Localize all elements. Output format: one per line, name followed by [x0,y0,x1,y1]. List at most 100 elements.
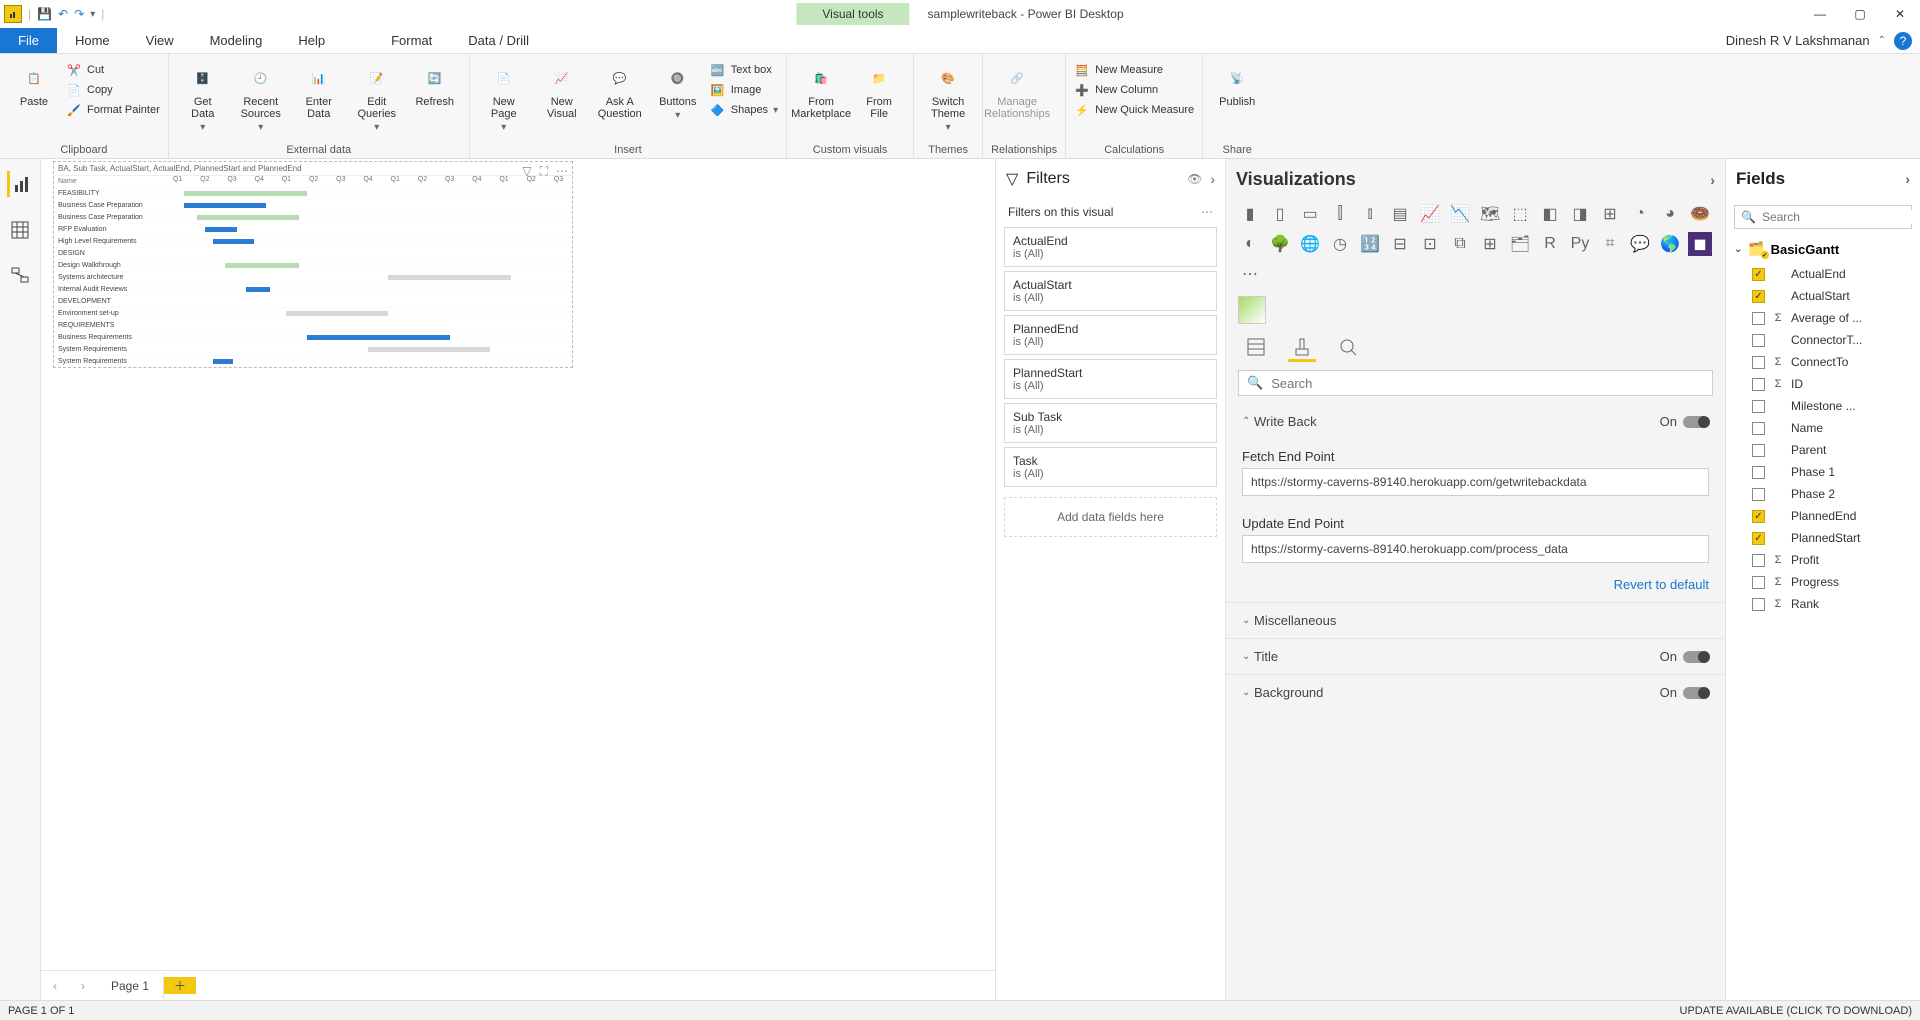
writeback-toggle[interactable] [1683,416,1709,428]
get-data-button[interactable]: 🗄️Get Data▾ [177,58,229,142]
new-column-button[interactable]: ➕New Column [1074,82,1194,98]
viz-type-icon[interactable]: ▯ [1268,202,1292,226]
gantt-visual[interactable]: BA, Sub Task, ActualStart, ActualEnd, Pl… [53,161,573,368]
page-prev-button[interactable]: ‹ [41,979,69,993]
gantt-bar[interactable] [197,215,299,220]
field-item[interactable]: ΣID [1726,373,1920,395]
fetch-endpoint-input[interactable] [1242,468,1709,496]
field-checkbox[interactable]: ✓ [1752,510,1765,523]
viz-type-icon[interactable]: ⫿ [1328,202,1352,226]
from-file-button[interactable]: 📁From File [853,58,905,142]
enter-data-button[interactable]: 📊Enter Data [293,58,345,142]
field-item[interactable]: ΣRank [1726,593,1920,615]
tab-help[interactable]: Help [280,28,343,53]
viz-type-icon[interactable]: 🍩 [1688,202,1712,226]
custom-visual-thumb[interactable] [1238,296,1266,324]
gantt-row[interactable]: FEASIBILITY [54,187,572,199]
filter-card[interactable]: PlannedStartis (All) [1004,359,1217,399]
viz-type-icon[interactable]: 🌳 [1268,232,1292,256]
edit-queries-button[interactable]: 📝Edit Queries▾ [351,58,403,142]
cut-button[interactable]: ✂️Cut [66,62,160,78]
viz-type-icon[interactable]: R [1538,232,1562,256]
file-tab[interactable]: File [0,28,57,53]
field-checkbox[interactable] [1752,400,1765,413]
ask-question-button[interactable]: 💬Ask A Question [594,58,646,142]
field-checkbox[interactable] [1752,554,1765,567]
gantt-bar[interactable] [286,311,388,316]
viz-type-icon[interactable]: Py [1568,232,1592,256]
report-view-icon[interactable] [7,171,33,197]
viz-type-icon[interactable]: ◕ [1658,202,1682,226]
title-toggle[interactable] [1683,651,1709,663]
viz-type-icon[interactable]: ◐ [1238,232,1262,256]
format-tab[interactable] [1288,334,1316,362]
from-marketplace-button[interactable]: 🛍️From Marketplace [795,58,847,142]
section-misc[interactable]: ⌄ Miscellaneous [1226,602,1725,638]
redo-icon[interactable]: ↷ [74,7,84,21]
field-item[interactable]: Phase 2 [1726,483,1920,505]
viz-type-icon[interactable]: ⊞ [1598,202,1622,226]
viz-type-icon[interactable]: 💬 [1628,232,1652,256]
gantt-row[interactable]: Design Walkthrough [54,259,572,271]
analytics-tab[interactable] [1334,334,1362,362]
revert-to-default-link[interactable]: Revert to default [1226,573,1725,602]
viz-type-icon[interactable]: ⊟ [1388,232,1412,256]
shapes-button[interactable]: 🔷Shapes▾ [710,102,778,118]
recent-sources-button[interactable]: 🕘Recent Sources▾ [235,58,287,142]
gantt-bar[interactable] [246,287,270,292]
fields-search[interactable]: 🔍 [1734,205,1912,229]
gantt-row[interactable]: Business Requirements [54,331,572,343]
field-checkbox[interactable]: ✓ [1752,532,1765,545]
data-view-icon[interactable] [7,217,33,243]
new-quick-measure-button[interactable]: ⚡New Quick Measure [1074,102,1194,118]
maximize-button[interactable]: ▢ [1840,0,1880,28]
user-name[interactable]: Dinesh R V Lakshmanan [1726,33,1870,48]
gantt-bar[interactable] [388,275,510,280]
field-checkbox[interactable] [1752,488,1765,501]
gantt-bar[interactable] [213,239,254,244]
update-endpoint-input[interactable] [1242,535,1709,563]
viz-type-icon[interactable]: 🌐 [1298,232,1322,256]
filters-drop-zone[interactable]: Add data fields here [1004,497,1217,537]
gantt-row[interactable]: System Requirements [54,355,572,367]
text-box-button[interactable]: 🔤Text box [710,62,778,78]
viz-type-icon[interactable]: ◔ [1628,202,1652,226]
model-view-icon[interactable] [7,263,33,289]
field-item[interactable]: ✓ActualEnd [1726,263,1920,285]
close-button[interactable]: ✕ [1880,0,1920,28]
switch-theme-button[interactable]: 🎨Switch Theme▾ [922,58,974,142]
tab-format[interactable]: Format [373,28,450,53]
gantt-row[interactable]: Business Case Preparation [54,211,572,223]
eye-icon[interactable]: 👁 [1187,172,1202,186]
tab-modeling[interactable]: Modeling [192,28,281,53]
new-measure-button[interactable]: 🧮New Measure [1074,62,1194,78]
field-checkbox[interactable] [1752,356,1765,369]
gantt-row[interactable]: System Requirements [54,343,572,355]
viz-type-icon[interactable]: ▮ [1238,202,1262,226]
field-checkbox[interactable] [1752,378,1765,391]
tab-data-drill[interactable]: Data / Drill [450,28,547,53]
viz-type-icon[interactable]: 🌎 [1658,232,1682,256]
viz-type-icon[interactable]: 🗺 [1478,202,1502,226]
field-item[interactable]: ΣProgress [1726,571,1920,593]
new-page-button[interactable]: 📄New Page▾ [478,58,530,142]
page-tab-1[interactable]: Page 1 [97,973,164,999]
gantt-bar[interactable] [307,335,450,340]
collapse-filters-icon[interactable]: › [1210,171,1215,187]
viz-type-icon[interactable]: ◧ [1538,202,1562,226]
field-item[interactable]: Name [1726,417,1920,439]
field-checkbox[interactable] [1752,312,1765,325]
viz-type-icon[interactable]: 🔢 [1358,232,1382,256]
viz-type-icon[interactable]: ⊞ [1478,232,1502,256]
viz-type-icon[interactable]: ⫾ [1358,202,1382,226]
table-basicgantt[interactable]: ⌄ 🗂️✓ BasicGantt [1726,235,1920,263]
section-title[interactable]: ⌄ TitleOn [1226,638,1725,674]
field-item[interactable]: ΣProfit [1726,549,1920,571]
save-icon[interactable]: 💾 [37,7,52,21]
field-checkbox[interactable] [1752,576,1765,589]
manage-relationships-button[interactable]: 🔗Manage Relationships [991,58,1043,142]
field-checkbox[interactable] [1752,334,1765,347]
field-item[interactable]: ΣAverage of ... [1726,307,1920,329]
collapse-fields-icon[interactable]: › [1905,171,1910,187]
field-item[interactable]: Parent [1726,439,1920,461]
